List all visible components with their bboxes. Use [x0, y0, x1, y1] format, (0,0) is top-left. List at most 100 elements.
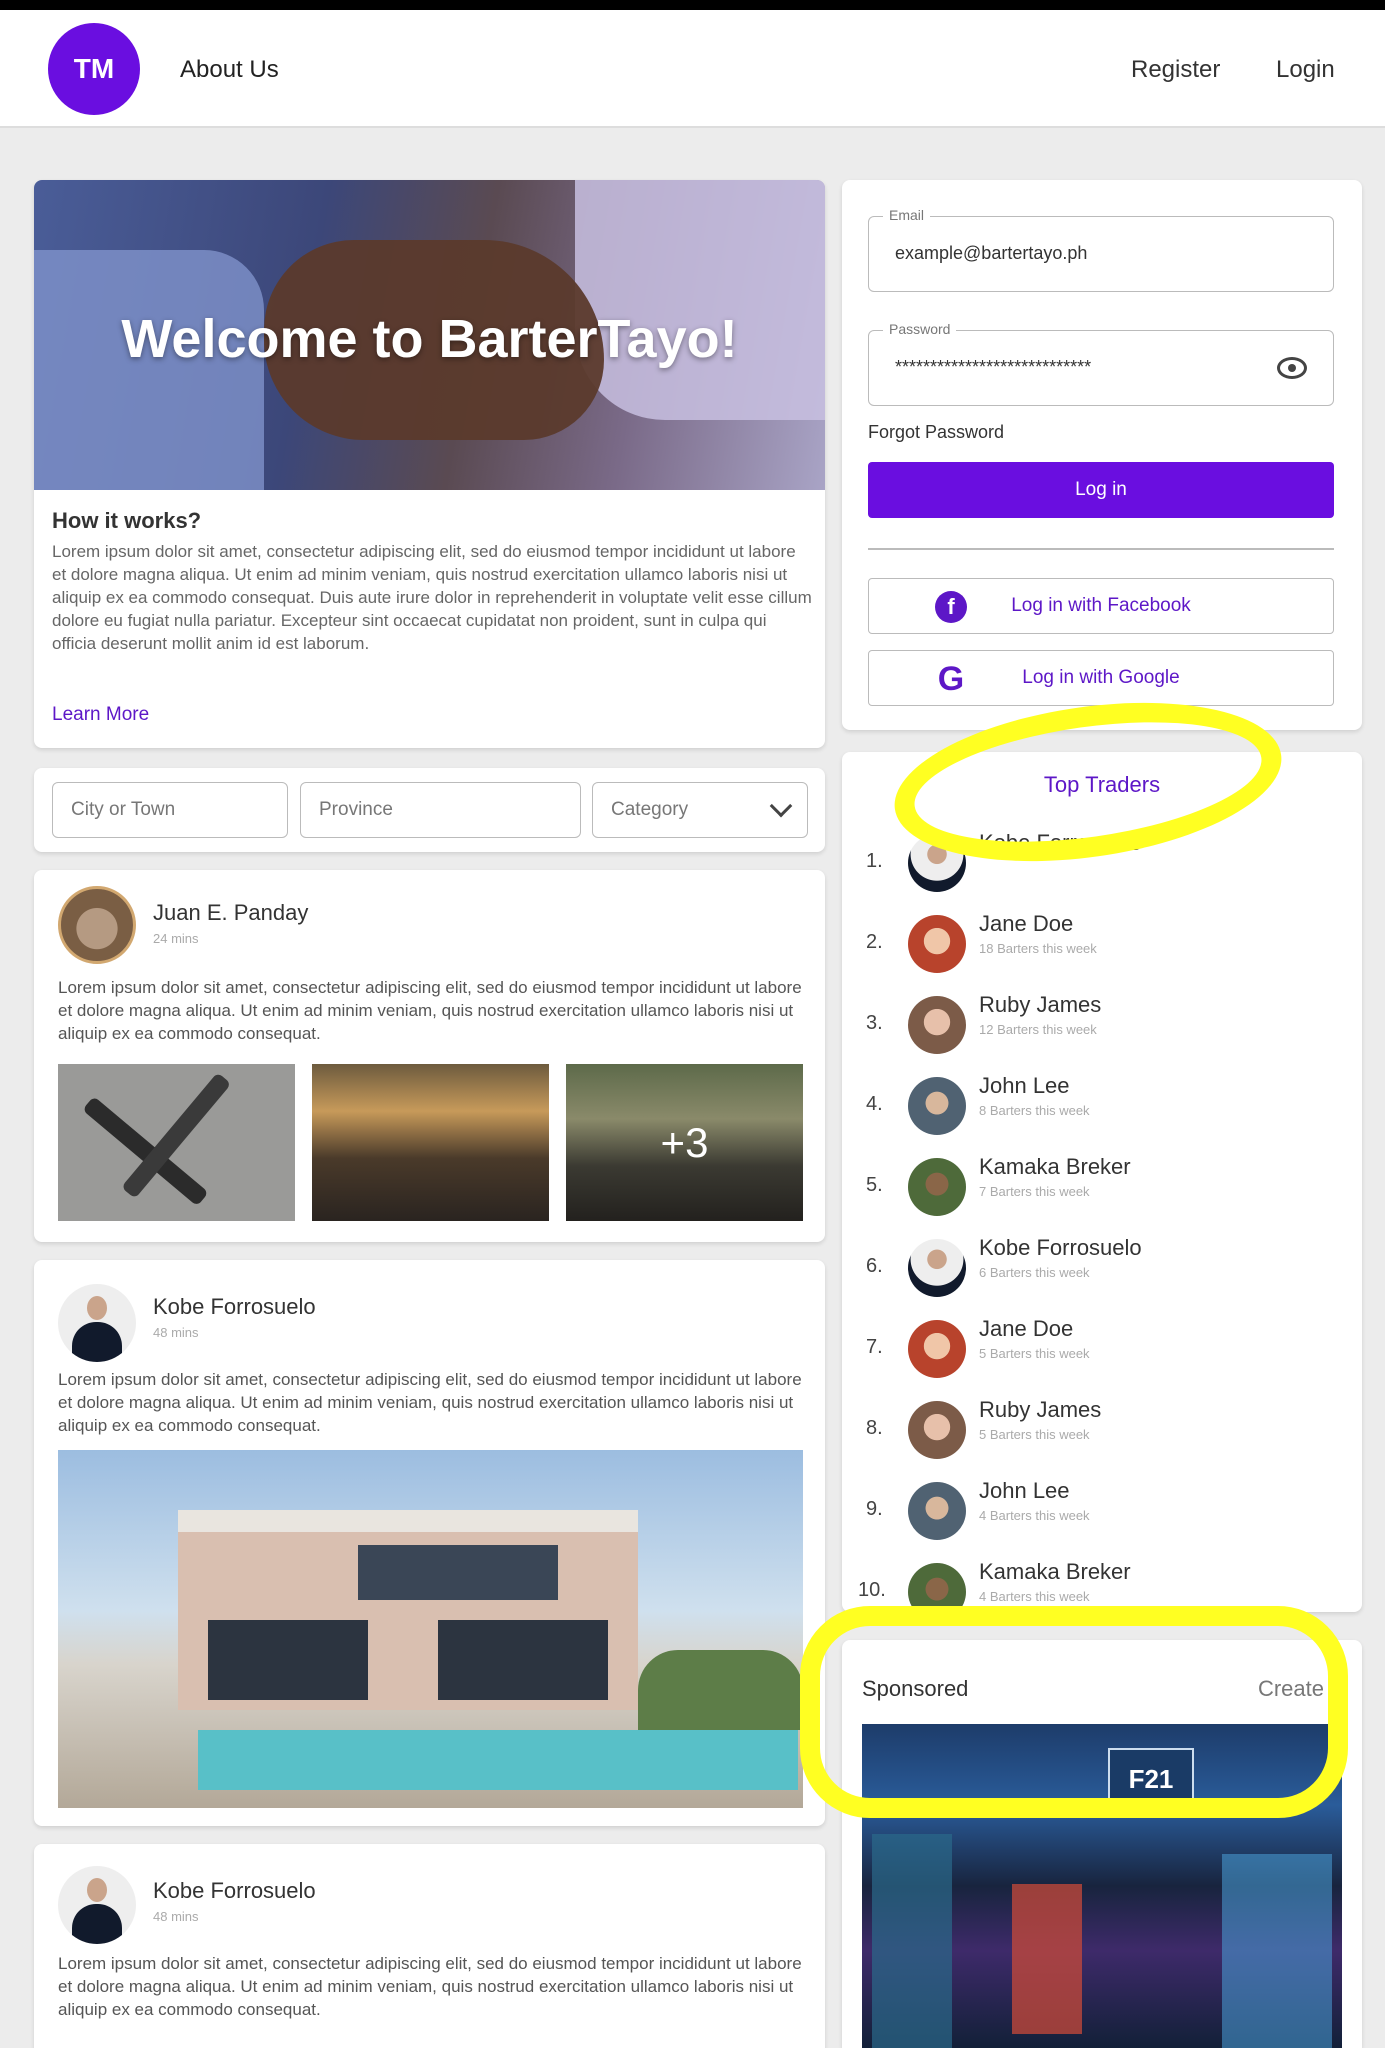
- post-card: Kobe Forrosuelo 48 mins Lorem ipsum dolo…: [34, 1260, 825, 1826]
- province-placeholder: Province: [319, 799, 393, 820]
- hero-title: Welcome to BarterTayo!: [121, 309, 738, 369]
- trader-barters: 4 Barters this week: [979, 1589, 1090, 1604]
- nav-login[interactable]: Login: [1276, 56, 1335, 84]
- trader-row[interactable]: 9. John Lee 4 Barters this week: [842, 1474, 1362, 1544]
- trader-name: Ruby James: [979, 1397, 1102, 1422]
- avatar: [908, 1158, 966, 1216]
- trader-rank: 6.: [866, 1255, 883, 1277]
- post-text: Lorem ipsum dolor sit amet, consectetur …: [58, 1954, 802, 2019]
- trader-rank: 5.: [866, 1174, 883, 1196]
- avatar-head: [87, 1878, 107, 1902]
- trader-barters: 6 Barters this week: [979, 1265, 1090, 1280]
- post-author[interactable]: Juan E. Panday: [153, 900, 308, 926]
- trader-barters: 8 Barters this week: [979, 1103, 1090, 1118]
- nav-about-us[interactable]: About Us: [180, 56, 279, 84]
- chevron-down-icon: [769, 794, 793, 818]
- login-card: Email example@bartertayo.ph Password ***…: [842, 180, 1362, 730]
- avatar: [908, 1563, 966, 1621]
- house-trees: [638, 1650, 803, 1730]
- trader-row[interactable]: 8. Ruby James 5 Barters this week: [842, 1393, 1362, 1463]
- forgot-password-link[interactable]: Forgot Password: [868, 422, 1004, 443]
- sponsored-title: Sponsored: [862, 1676, 969, 1701]
- trader-name: Jane Doe: [979, 911, 1074, 936]
- post-author[interactable]: Kobe Forrosuelo: [153, 1878, 316, 1904]
- trader-rank: 7.: [866, 1336, 883, 1358]
- create-ad-link[interactable]: Create: [1258, 1676, 1324, 1702]
- store-sign: F21: [1108, 1748, 1194, 1810]
- filter-bar: City or Town Province Category: [34, 768, 825, 852]
- trader-barters: 5 Barters this week: [979, 1346, 1090, 1361]
- how-it-works-heading: How it works?: [52, 508, 202, 533]
- post-image[interactable]: [58, 1450, 803, 1808]
- post-image[interactable]: [58, 1064, 295, 1221]
- hero-sleeve-left: [34, 250, 264, 490]
- avatar: [908, 1482, 966, 1540]
- trader-rank: 2.: [866, 931, 883, 953]
- house-window: [438, 1620, 608, 1700]
- password-field[interactable]: Password ****************************: [868, 321, 1334, 406]
- top-navbar: TM About Us Register Login: [0, 10, 1385, 128]
- facebook-login-label: Log in with Facebook: [1011, 595, 1191, 616]
- avatar-body: [72, 1322, 122, 1362]
- nav-register[interactable]: Register: [1131, 56, 1220, 84]
- post-time: 24 mins: [153, 931, 199, 946]
- house-window: [208, 1620, 368, 1700]
- trader-barters: 18 Barters this week: [979, 941, 1097, 956]
- trader-row[interactable]: 5. Kamaka Breker 7 Barters this week: [842, 1150, 1362, 1220]
- eye-icon[interactable]: [1277, 357, 1307, 379]
- welcome-card: Welcome to BarterTayo! How it works? Lor…: [34, 180, 825, 748]
- post-time: 48 mins: [153, 1909, 199, 1924]
- trader-rank: 10.: [858, 1579, 886, 1601]
- trader-barters: 12 Barters this week: [979, 1022, 1097, 1037]
- post-author[interactable]: Kobe Forrosuelo: [153, 1294, 316, 1320]
- trader-row[interactable]: 3. Ruby James 12 Barters this week: [842, 988, 1362, 1058]
- post-card: Juan E. Panday 24 mins Lorem ipsum dolor…: [34, 870, 825, 1242]
- trader-rank: 9.: [866, 1498, 883, 1520]
- city-sign: [1012, 1884, 1082, 2034]
- facebook-icon: f: [935, 591, 967, 623]
- learn-more-link[interactable]: Learn More: [52, 704, 149, 726]
- category-select[interactable]: Category: [592, 782, 808, 838]
- city-sign: [1222, 1854, 1332, 2048]
- avatar[interactable]: [58, 886, 136, 964]
- house-pool: [198, 1730, 798, 1790]
- avatar: [908, 996, 966, 1054]
- login-button[interactable]: Log in: [868, 462, 1334, 518]
- logo[interactable]: TM: [48, 23, 140, 115]
- hero-handshake-image: Welcome to BarterTayo!: [34, 180, 825, 490]
- city-input[interactable]: City or Town: [52, 782, 288, 838]
- sponsored-image[interactable]: F21: [862, 1724, 1342, 2048]
- email-field[interactable]: Email example@bartertayo.ph: [868, 207, 1334, 292]
- avatar[interactable]: [58, 1284, 136, 1362]
- trader-name: Jane Doe: [979, 1316, 1074, 1341]
- google-login-label: Log in with Google: [1022, 667, 1180, 688]
- trader-row[interactable]: 6. Kobe Forrosuelo 6 Barters this week: [842, 1231, 1362, 1301]
- sponsored-card: Sponsored Create F21: [842, 1640, 1362, 2048]
- avatar: [908, 1077, 966, 1135]
- post-image[interactable]: [312, 1064, 549, 1221]
- house-window: [358, 1545, 558, 1600]
- trader-row[interactable]: 2. Jane Doe 18 Barters this week: [842, 907, 1362, 977]
- avatar[interactable]: [58, 1866, 136, 1944]
- city-sign: [872, 1834, 952, 2048]
- trader-row[interactable]: 4. John Lee 8 Barters this week: [842, 1069, 1362, 1139]
- trader-row[interactable]: 7. Jane Doe 5 Barters this week: [842, 1312, 1362, 1382]
- province-input[interactable]: Province: [300, 782, 581, 838]
- trader-name: Ruby James: [979, 992, 1102, 1017]
- trader-row[interactable]: 1. Kobe Forrosuelo: [842, 826, 1362, 896]
- hero-sleeve-right: [575, 180, 825, 420]
- post-time: 48 mins: [153, 1325, 199, 1340]
- password-label: Password: [883, 321, 957, 337]
- trader-row[interactable]: 10. Kamaka Breker 4 Barters this week: [842, 1555, 1362, 1625]
- post-card: Kobe Forrosuelo 48 mins Lorem ipsum dolo…: [34, 1844, 825, 2048]
- trader-name: Kamaka Breker: [979, 1559, 1131, 1584]
- avatar: [908, 1239, 966, 1297]
- facebook-login-button[interactable]: f Log in with Facebook: [868, 578, 1334, 634]
- post-image-more[interactable]: +3: [566, 1064, 803, 1221]
- trader-name: Kamaka Breker: [979, 1154, 1131, 1179]
- trader-barters: 5 Barters this week: [979, 1427, 1090, 1442]
- email-value: example@bartertayo.ph: [895, 243, 1088, 263]
- post-text: Lorem ipsum dolor sit amet, consectetur …: [58, 1370, 802, 1435]
- google-login-button[interactable]: G Log in with Google: [868, 650, 1334, 706]
- trader-rank: 1.: [866, 850, 883, 872]
